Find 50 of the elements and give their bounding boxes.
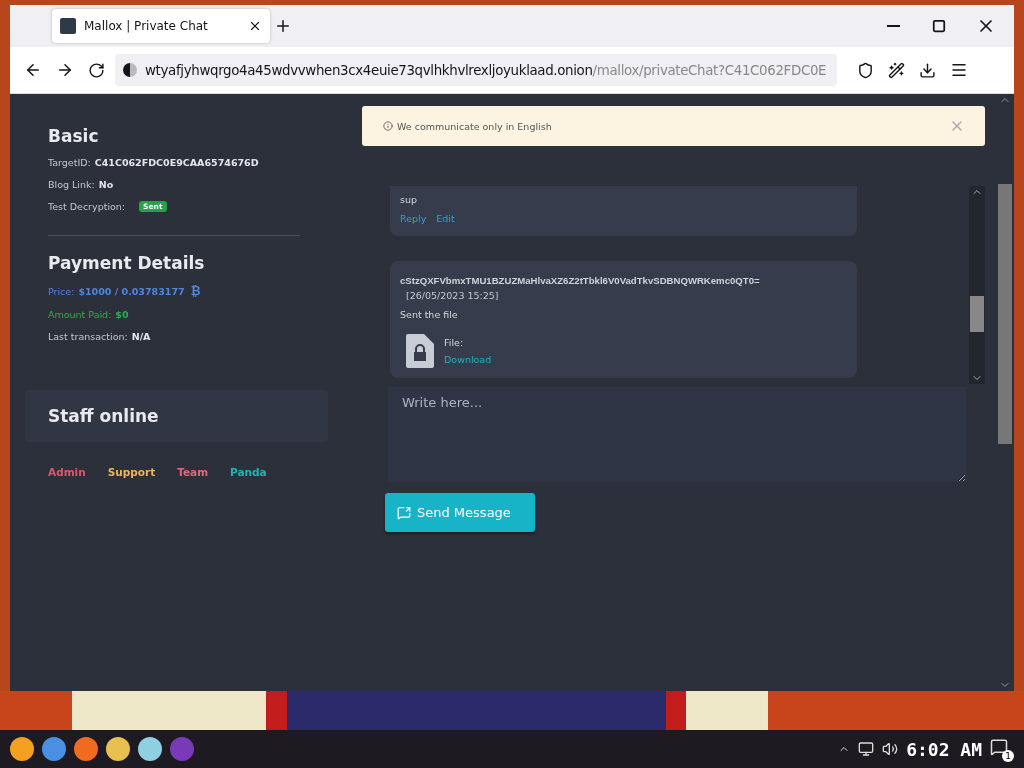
message-text: sup: [400, 194, 418, 205]
maximize-icon: [932, 19, 946, 33]
onion-icon: [123, 63, 137, 77]
info-value: C41C062FDC0E9CAA6574676D: [94, 157, 259, 168]
browser-tab[interactable]: Mallox | Private Chat: [52, 9, 270, 43]
locked-file-icon: [406, 334, 434, 368]
message-sender: cStzQXFVbmxTMU1BZUZMaHlvaXZ6Z2tTbkl6V0VadTkvSDBNQWRKemc0QT0=: [400, 275, 761, 286]
staff-name: Admin: [48, 466, 86, 478]
info-label: Amount Paid:: [48, 309, 112, 320]
currency-symbol: ₿: [190, 284, 201, 298]
section-title: Payment Details: [48, 253, 206, 273]
info-label: Test Decryption:: [48, 201, 126, 212]
download-link[interactable]: Download: [444, 354, 492, 365]
info-label: TargetID:: [48, 157, 91, 168]
close-tab-icon[interactable]: [248, 19, 262, 33]
send-message-button[interactable]: Send Message: [385, 493, 535, 532]
section-title: Basic: [48, 126, 100, 146]
chat-scrollbar[interactable]: [969, 186, 985, 384]
message-icon: [397, 505, 411, 520]
reload-icon: [88, 61, 105, 79]
staff-name: Team: [177, 466, 209, 478]
staff-name: Support: [107, 466, 156, 478]
message-icon: [990, 738, 1008, 756]
message-input[interactable]: Write here...: [388, 387, 966, 482]
info-value: $0: [115, 309, 129, 320]
info-value: No: [98, 179, 114, 190]
info-label: Last transaction:: [48, 331, 128, 342]
volume-icon[interactable]: [882, 741, 899, 757]
staff-name: Panda: [230, 466, 267, 478]
address-bar[interactable]: wtyafjyhwqrgo4a45wdvvwhen3cx4euie73qvlhkhvlrexljoyuklaad.onion/mallox/privateChat?C41C062FDC0E: [115, 54, 837, 86]
message-date: [26/05/2023 15:25]: [406, 290, 500, 301]
network-icon[interactable]: [858, 741, 875, 757]
scrollbar-thumb[interactable]: [970, 296, 984, 332]
message-action-link[interactable]: Edit: [436, 213, 455, 224]
info-value: N/A: [131, 331, 151, 342]
info-label: Price:: [48, 285, 75, 297]
message-action-link[interactable]: Reply: [400, 213, 427, 224]
info-label: Blog Link:: [48, 179, 95, 190]
message-text: Sent the file: [400, 309, 459, 320]
plus-icon: [274, 17, 292, 35]
info-icon: [383, 121, 393, 131]
price-value: $1000 / 0.03783177: [78, 285, 185, 297]
favicon-icon: [60, 18, 76, 34]
file-label: File:: [444, 337, 465, 348]
notice-text: We communicate only in English: [397, 120, 553, 132]
clock-time: 6:02 AM: [906, 738, 982, 760]
minimize-icon: [887, 25, 900, 27]
scrollbar-thumb[interactable]: [998, 184, 1012, 444]
section-title: Staff online: [48, 406, 160, 426]
forward-arrow-icon: [56, 61, 74, 79]
